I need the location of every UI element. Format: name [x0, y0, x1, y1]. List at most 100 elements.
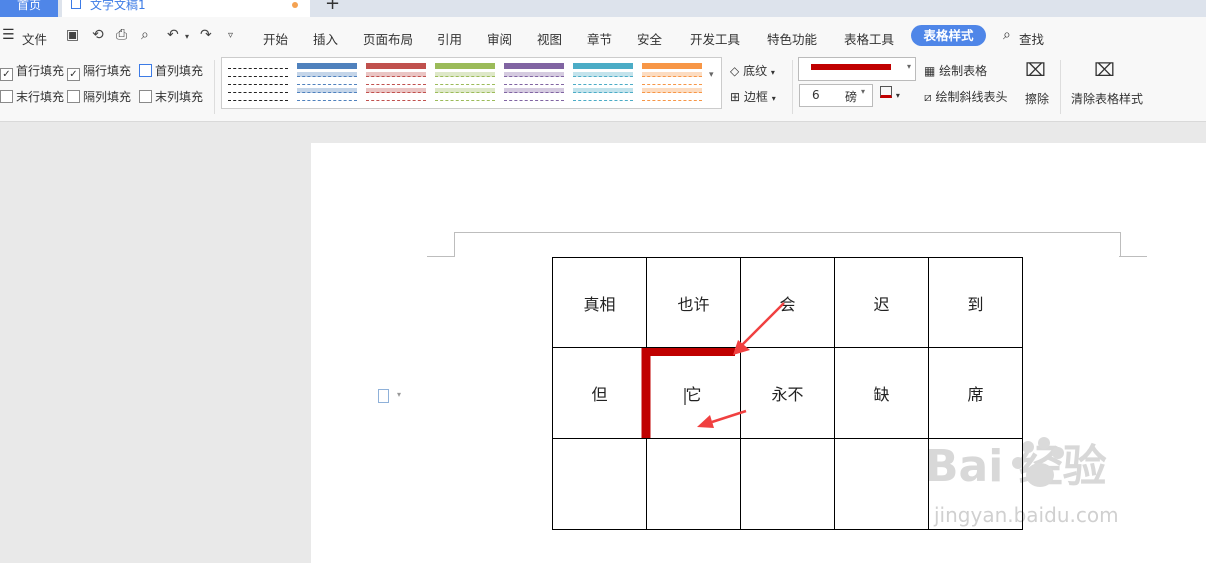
table-cell[interactable] [646, 438, 741, 530]
swatch-row [504, 88, 564, 93]
table-style-swatch[interactable] [642, 63, 702, 103]
swatch-row [366, 80, 426, 85]
swatch-row [642, 63, 702, 69]
table-cell[interactable]: 但 [552, 347, 647, 439]
table-style-gallery [221, 57, 722, 109]
shading-button[interactable]: ◇ 底纹 ▾ [730, 62, 775, 79]
table-cell[interactable]: 席 [928, 347, 1023, 439]
swatch-row [504, 72, 564, 77]
swatch-row [435, 96, 495, 101]
checkbox-checked-icon: ✓ [67, 68, 80, 81]
paragraph-handle-icon[interactable] [378, 389, 389, 403]
menu-bar: ☰ 文件 ▣ ⟲ ⎙ ⌕ ↶ ▾ ↷ ▿ 开始 插入 页面布局 引用 审阅 视图… [0, 17, 1206, 55]
swatch-row [435, 63, 495, 69]
border-button[interactable]: ⊞ 边框 ▾ [730, 88, 776, 105]
swatch-row [504, 96, 564, 101]
line-color-dropdown[interactable]: ▾ [798, 57, 916, 81]
clear-table-style-icon[interactable]: ⌧ [1094, 60, 1115, 81]
tab-document[interactable]: 文字文稿1 [62, 0, 310, 17]
undo-icon[interactable]: ↶ [167, 27, 179, 43]
table-cell[interactable] [552, 438, 647, 530]
swatch-row [366, 88, 426, 93]
format-painter-icon[interactable]: ⟲ [92, 27, 104, 43]
search-button[interactable]: 查找 [1019, 29, 1044, 48]
print-icon[interactable]: ⎙ [116, 27, 127, 43]
menu-security[interactable]: 安全 [637, 29, 662, 48]
tab-home[interactable]: 首页 [0, 0, 58, 17]
menu-insert[interactable]: 插入 [313, 29, 338, 48]
draw-table-icon: ▦ [924, 64, 936, 78]
chevron-down-icon[interactable]: ▾ [397, 390, 401, 399]
menu-view[interactable]: 视图 [537, 29, 562, 48]
print-preview-icon[interactable]: ⌕ [141, 27, 149, 43]
table-cell[interactable]: 真相 [552, 257, 647, 348]
table-cell[interactable]: 会 [740, 257, 835, 348]
menu-table-style[interactable]: 表格样式 [911, 25, 986, 46]
table-style-swatch[interactable] [435, 63, 495, 103]
checkbox-banded-rows[interactable]: ✓ 隔行填充 [67, 62, 131, 81]
swatch-row [366, 63, 426, 69]
pen-color-icon [880, 86, 892, 98]
menu-references[interactable]: 引用 [437, 29, 462, 48]
swatch-row [642, 72, 702, 77]
swatch-row [228, 63, 288, 69]
menu-file[interactable]: 文件 [22, 29, 47, 48]
table-cell[interactable]: 到 [928, 257, 1023, 348]
table-cell[interactable] [740, 438, 835, 530]
table-style-swatch[interactable] [573, 63, 633, 103]
swatch-row [504, 63, 564, 69]
menu-section[interactable]: 章节 [587, 29, 612, 48]
swatch-row [573, 63, 633, 69]
hamburger-menu-icon[interactable]: ☰ [2, 27, 15, 43]
table-cell[interactable]: 迟 [834, 257, 929, 348]
search-icon[interactable]: ⌕ [1003, 27, 1011, 43]
checkbox-last-column-fill[interactable]: 末列填充 [139, 88, 203, 105]
table-style-swatch[interactable] [297, 63, 357, 103]
table-cell[interactable]: 它 [646, 347, 741, 439]
table-style-swatch[interactable] [504, 63, 564, 103]
swatch-row [642, 80, 702, 85]
table-cell[interactable] [834, 438, 929, 530]
checkbox-banded-columns[interactable]: 隔列填充 [67, 88, 131, 105]
header-boundary [454, 232, 1121, 257]
menu-review[interactable]: 审阅 [487, 29, 512, 48]
redo-icon[interactable]: ↷ [200, 27, 212, 43]
menu-page-layout[interactable]: 页面布局 [363, 29, 413, 48]
table-cell[interactable] [928, 438, 1023, 530]
menu-developer-tools[interactable]: 开发工具 [690, 29, 740, 48]
line-width-field[interactable]: 6 磅 ▾ [799, 84, 873, 107]
checkbox-first-column-fill[interactable]: 首列填充 [139, 62, 203, 79]
undo-dropdown-icon[interactable]: ▾ [185, 32, 189, 41]
customize-toolbar-icon[interactable]: ▿ [228, 30, 233, 41]
menu-start[interactable]: 开始 [263, 29, 288, 48]
menu-special-features[interactable]: 特色功能 [767, 29, 817, 48]
table-cell[interactable]: 缺 [834, 347, 929, 439]
draw-table-button[interactable]: ▦ 绘制表格 [924, 62, 987, 79]
swatch-row [642, 88, 702, 93]
new-tab-button[interactable]: + [325, 0, 340, 14]
menu-table-tools[interactable]: 表格工具 [844, 29, 894, 48]
ribbon-divider [214, 60, 215, 114]
pen-color-button[interactable]: ▾ [880, 86, 900, 101]
save-icon[interactable]: ▣ [66, 27, 79, 43]
clear-table-style-button[interactable]: 清除表格样式 [1071, 90, 1143, 107]
erase-button[interactable]: 擦除 [1025, 90, 1049, 107]
draw-diagonal-header-button[interactable]: ⧄ 绘制斜线表头 [924, 88, 1007, 105]
swatch-row [573, 80, 633, 85]
document-icon [71, 0, 81, 9]
checkbox-unchecked-icon [0, 90, 13, 103]
swatch-row [435, 88, 495, 93]
table-cell[interactable]: 永不 [740, 347, 835, 439]
swatch-row [366, 96, 426, 101]
ribbon-divider [792, 60, 793, 114]
gallery-expand-icon[interactable]: ▾ [709, 70, 714, 80]
checkbox-last-row-fill[interactable]: 末行填充 [0, 88, 64, 105]
checkbox-first-row-fill[interactable]: ✓ 首行填充 [0, 62, 64, 81]
table-cell[interactable]: 也许 [646, 257, 741, 348]
table-style-swatch[interactable] [228, 63, 288, 103]
table-style-swatch[interactable] [366, 63, 426, 103]
eraser-icon[interactable]: ⌧ [1025, 60, 1046, 81]
swatch-row [573, 72, 633, 77]
swatch-row [573, 96, 633, 101]
ribbon-divider [1060, 60, 1061, 114]
